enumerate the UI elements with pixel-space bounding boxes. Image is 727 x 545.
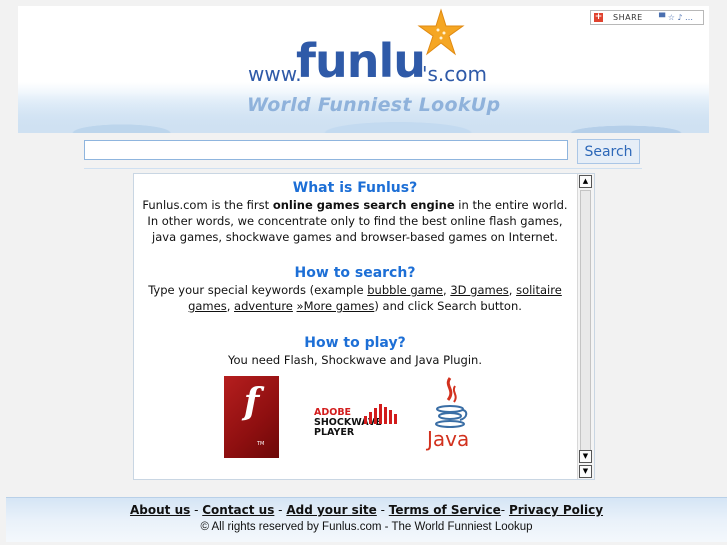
scroll-down-button-upper[interactable]: ▼ xyxy=(579,450,592,463)
about-us-link[interactable]: About us xyxy=(130,503,190,517)
footer-sep: - xyxy=(274,503,287,517)
what-title: What is Funlus? xyxy=(292,180,418,196)
how-search-title: How to search? xyxy=(294,265,416,281)
logo-com[interactable]: 's.com xyxy=(422,62,487,86)
shockwave-bars-icon xyxy=(364,404,397,424)
keyword-link-adventure[interactable]: adventure xyxy=(234,299,293,313)
info-content: What is Funlus? Funlus.com is the first … xyxy=(134,174,576,466)
share-label: SHARE xyxy=(613,13,643,22)
more-games-link[interactable]: »More games xyxy=(297,299,375,313)
add-your-site-link[interactable]: Add your site xyxy=(286,503,376,517)
scrollbar[interactable]: ▲ ▼ ▼ xyxy=(577,174,594,479)
how-search-text: Type your special keywords (example bubb… xyxy=(134,282,576,314)
privacy-policy-link[interactable]: Privacy Policy xyxy=(509,503,603,517)
keyword-link-3d[interactable]: 3D games xyxy=(450,283,508,297)
how-search-prefix: Type your special keywords (example xyxy=(148,283,368,297)
header-banner: + SHARE ▀ ☆ ♪ … www. funlu 's.com World … xyxy=(18,6,709,133)
footer-sep: - xyxy=(500,503,509,517)
scroll-down-button[interactable]: ▼ xyxy=(579,465,592,478)
logo-funlus[interactable]: funlu xyxy=(296,34,426,88)
how-play-title: How to play? xyxy=(304,335,406,351)
copyright-text: © All rights reserved by Funlus.com - Th… xyxy=(200,521,533,533)
what-text-1: Funlus.com is the first xyxy=(142,198,273,212)
flash-player-logo[interactable]: f TM xyxy=(224,376,279,458)
plugin-logos: f TM ADOBE SHOCKWAVE PLAYER Java xyxy=(134,376,576,466)
how-search-suffix: ) and click Search button. xyxy=(374,299,522,313)
footer-sep: - xyxy=(376,503,389,517)
sep: , xyxy=(508,283,517,297)
keyword-link-bubble[interactable]: bubble game xyxy=(367,283,443,297)
contact-us-link[interactable]: Contact us xyxy=(202,503,274,517)
share-button[interactable]: + SHARE ▀ ☆ ♪ … xyxy=(590,10,704,25)
tagline: World Funniest LookUp xyxy=(247,94,501,116)
shockwave-player-label: PLAYER xyxy=(314,427,355,438)
terms-of-service-link[interactable]: Terms of Service xyxy=(389,503,501,517)
logo-www[interactable]: www. xyxy=(248,62,302,86)
what-text-bold: online games search engine xyxy=(272,198,455,212)
info-panel: What is Funlus? Funlus.com is the first … xyxy=(133,173,595,480)
divider xyxy=(84,168,642,169)
how-play-text: You need Flash, Shockwave and Java Plugi… xyxy=(227,353,482,367)
search-input[interactable] xyxy=(84,140,568,160)
footer-sep: - xyxy=(190,503,203,517)
flash-tm: TM xyxy=(257,441,265,447)
scroll-thumb[interactable] xyxy=(580,190,591,462)
share-services-icon: ▀ ☆ ♪ … xyxy=(659,13,694,22)
sep: , xyxy=(226,299,235,313)
flash-f-icon: f xyxy=(243,381,260,423)
java-label: Java xyxy=(427,427,470,451)
what-text: Funlus.com is the first online games sea… xyxy=(134,197,576,245)
share-plus-icon: + xyxy=(594,12,603,22)
footer: About us - Contact us - Add your site - … xyxy=(6,497,727,542)
scroll-up-button[interactable]: ▲ xyxy=(579,175,592,188)
footer-links: About us - Contact us - Add your site - … xyxy=(6,503,727,517)
search-button[interactable]: Search xyxy=(577,139,640,164)
